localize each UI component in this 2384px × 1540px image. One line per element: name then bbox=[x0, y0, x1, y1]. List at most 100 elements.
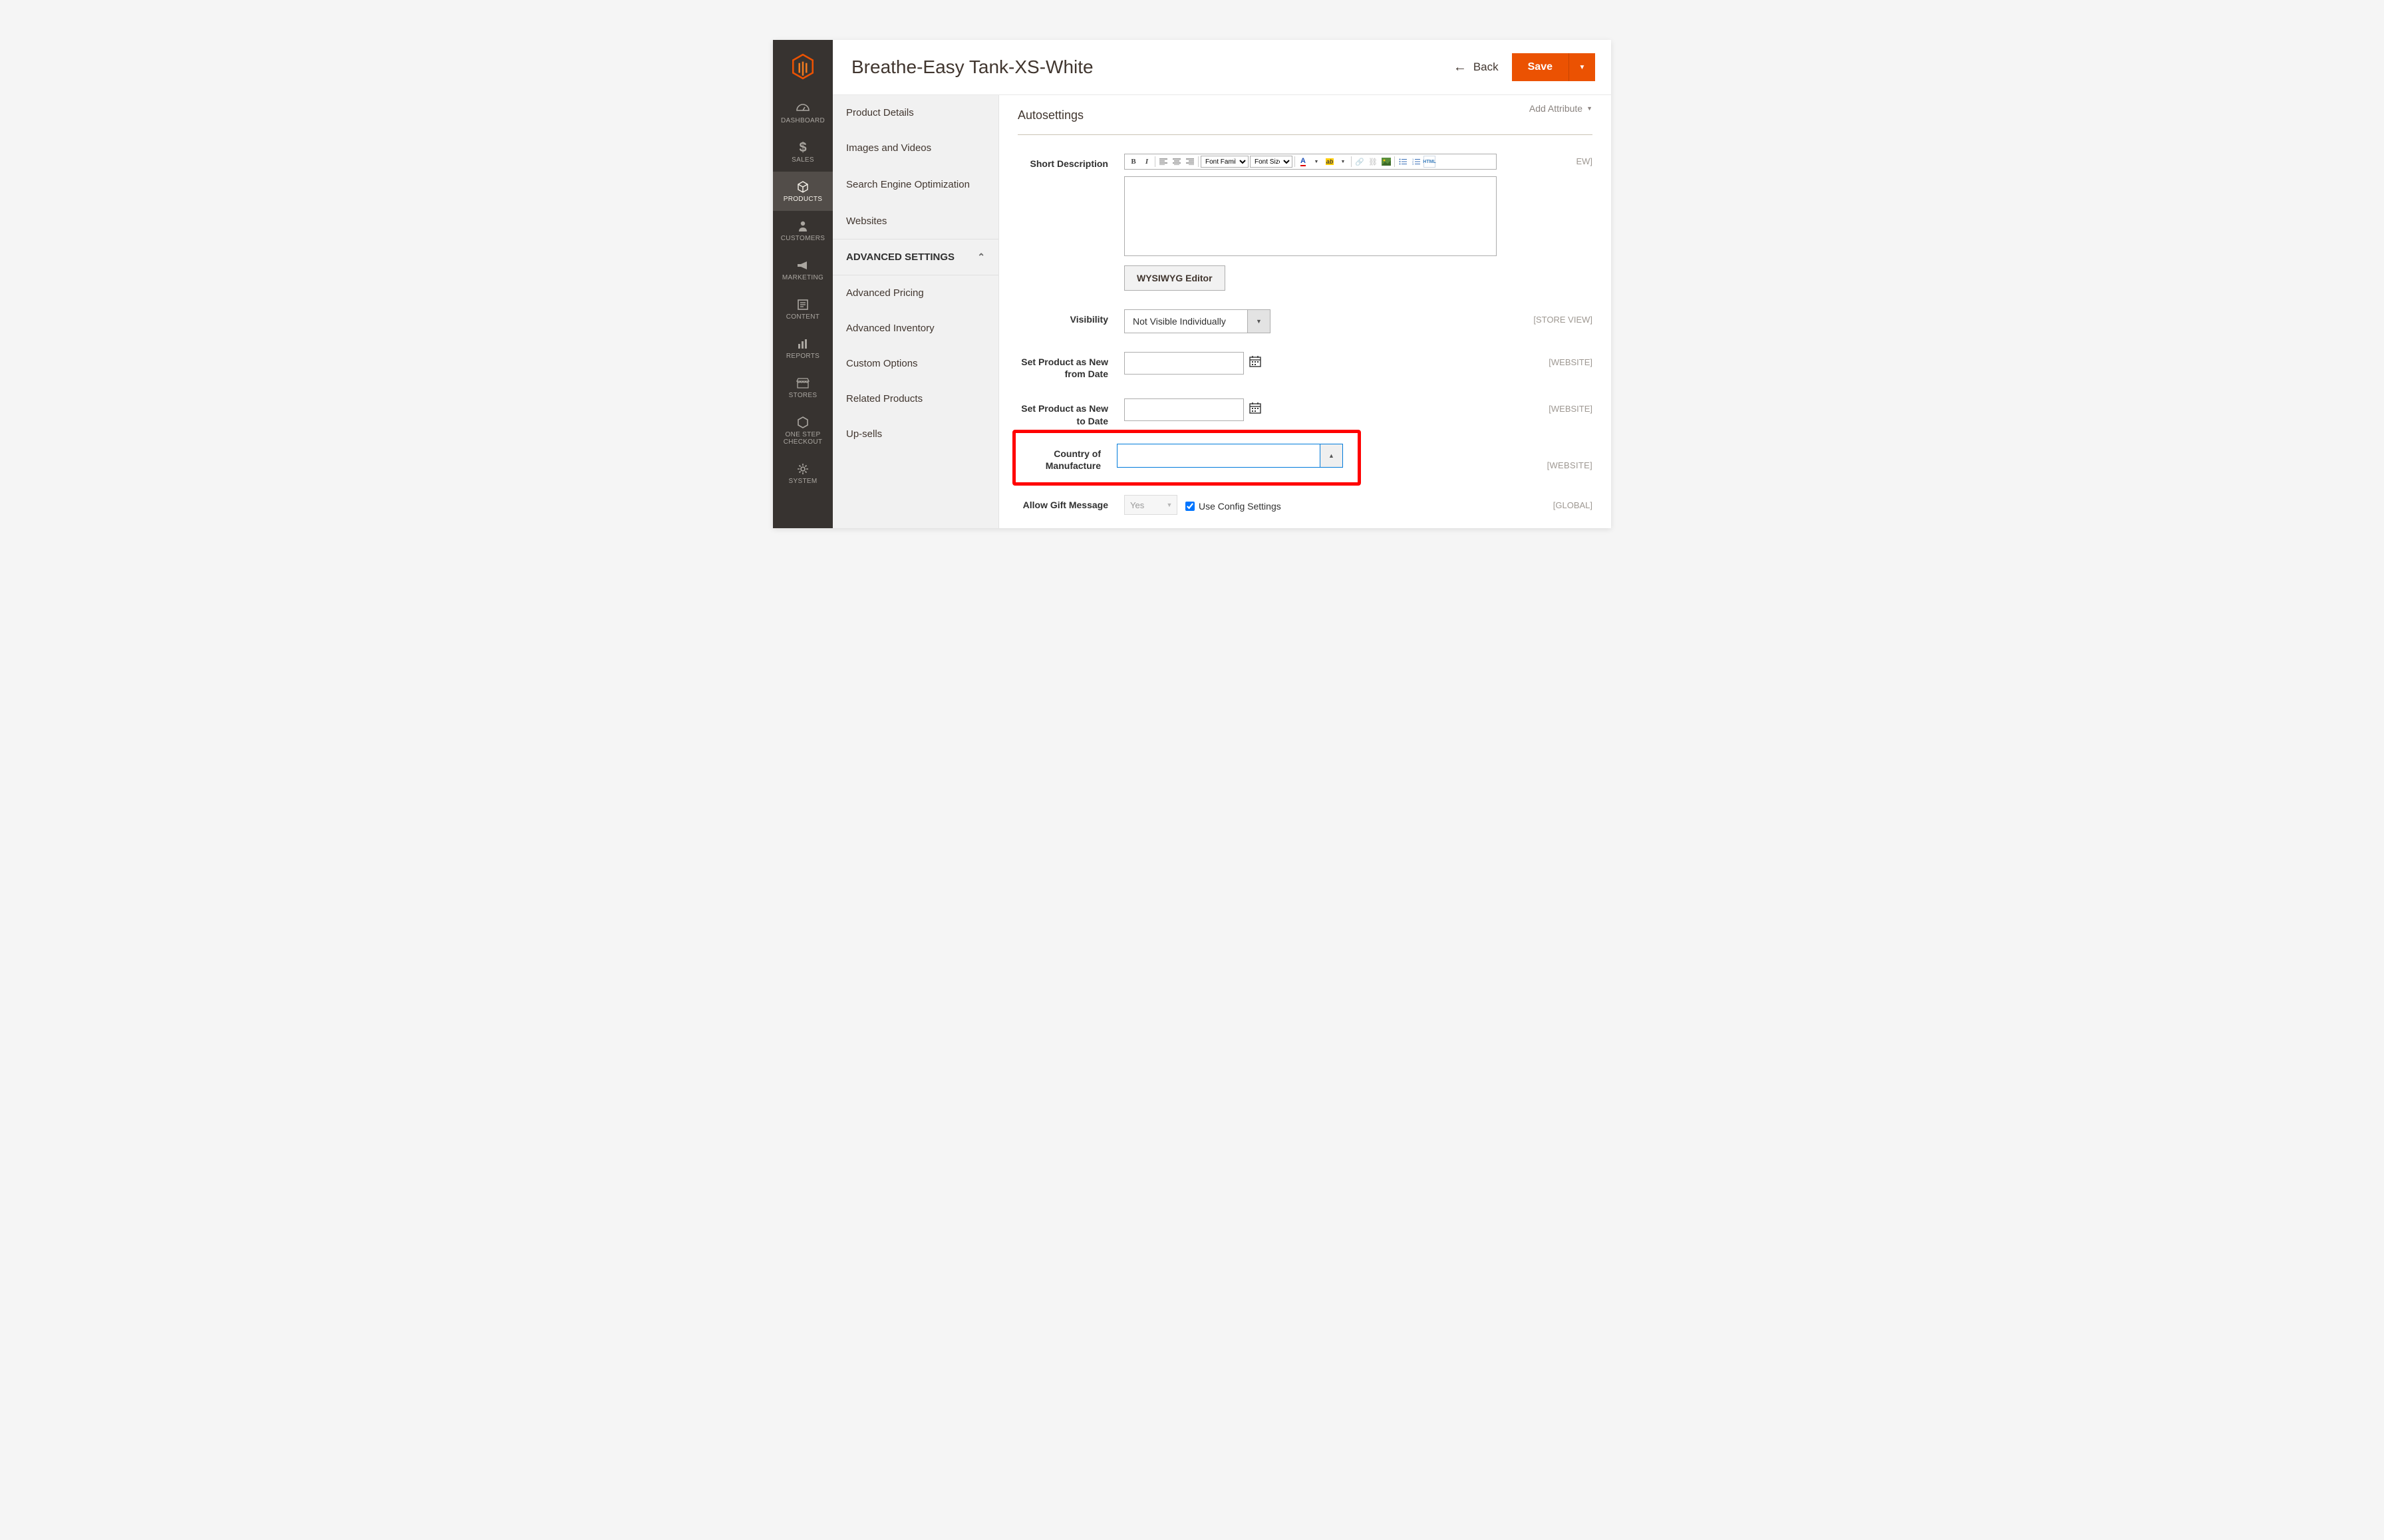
advanced-settings-heading[interactable]: ADVANCED SETTINGS ⌃ bbox=[833, 239, 998, 275]
nav-one-step-checkout[interactable]: ONE STEP CHECKOUT bbox=[773, 407, 833, 454]
body-row: Product Details Images and Videos Search… bbox=[833, 95, 1611, 528]
short-description-field: B I Font Family Font Size A bbox=[1124, 154, 1573, 291]
tab-product-details[interactable]: Product Details bbox=[833, 95, 998, 130]
country-label: Country of Manufacture bbox=[1016, 444, 1117, 472]
nav-label: SALES bbox=[792, 156, 814, 164]
section-title: Autosettings bbox=[1018, 108, 1592, 135]
nav-label: REPORTS bbox=[786, 353, 820, 360]
save-dropdown-toggle[interactable]: ▼ bbox=[1568, 53, 1595, 81]
new-from-field bbox=[1124, 352, 1513, 375]
scope-website: [WEBSITE] bbox=[1547, 456, 1592, 470]
content-panel: Add Attribute ▼ Autosettings Short Descr… bbox=[999, 95, 1611, 528]
arrow-left-icon: ← bbox=[1453, 60, 1467, 75]
tab-custom-options[interactable]: Custom Options bbox=[833, 346, 998, 381]
back-button[interactable]: ← Back bbox=[1453, 60, 1499, 75]
bg-color-icon[interactable]: ab bbox=[1324, 156, 1336, 168]
gift-select[interactable]: Yes ▼ bbox=[1124, 495, 1177, 515]
row-new-to-date: Set Product as New to Date [WEBSITE] bbox=[1018, 398, 1592, 426]
visibility-value: Not Visible Individually bbox=[1125, 310, 1247, 333]
nav-customers[interactable]: CUSTOMERS bbox=[773, 211, 833, 250]
dashboard-icon bbox=[796, 102, 810, 114]
gift-value: Yes bbox=[1125, 496, 1162, 514]
nav-products[interactable]: PRODUCTS bbox=[773, 172, 833, 211]
tab-advanced-pricing[interactable]: Advanced Pricing bbox=[833, 275, 998, 311]
hex-icon bbox=[796, 416, 810, 428]
row-visibility: Visibility Not Visible Individually ▼ [S… bbox=[1018, 309, 1592, 333]
wysiwyg-editor-button[interactable]: WYSIWYG Editor bbox=[1124, 265, 1225, 291]
wysiwyg-container: B I Font Family Font Size A bbox=[1124, 154, 1497, 291]
scope-website: [WEBSITE] bbox=[1513, 352, 1592, 367]
align-right-icon[interactable] bbox=[1184, 156, 1196, 168]
italic-icon[interactable]: I bbox=[1141, 156, 1153, 168]
new-to-field bbox=[1124, 398, 1513, 421]
use-config-checkbox[interactable] bbox=[1185, 502, 1195, 511]
tab-images-videos[interactable]: Images and Videos bbox=[833, 130, 998, 166]
calendar-icon[interactable] bbox=[1249, 352, 1261, 371]
nav-label: PRODUCTS bbox=[784, 196, 823, 203]
nav-marketing[interactable]: MARKETING bbox=[773, 250, 833, 289]
nav-label: STORES bbox=[789, 392, 818, 399]
add-attribute-link[interactable]: Add Attribute ▼ bbox=[1529, 103, 1592, 114]
megaphone-icon bbox=[796, 259, 810, 271]
save-button-group: Save ▼ bbox=[1512, 53, 1595, 81]
html-icon[interactable]: HTML bbox=[1423, 156, 1435, 168]
text-color-icon[interactable]: A bbox=[1297, 156, 1309, 168]
nav-label: MARKETING bbox=[782, 274, 823, 281]
page-header: Breathe-Easy Tank-XS-White ← Back Save ▼ bbox=[833, 40, 1611, 95]
nav-content[interactable]: CONTENT bbox=[773, 289, 833, 329]
admin-nav: DASHBOARD $ SALES PRODUCTS CUSTOMERS MAR… bbox=[773, 40, 833, 528]
page-icon bbox=[796, 299, 810, 311]
link-icon[interactable]: 🔗 bbox=[1354, 156, 1366, 168]
new-from-label: Set Product as New from Date bbox=[1018, 352, 1124, 380]
wysiwyg-toolbar: B I Font Family Font Size A bbox=[1124, 154, 1497, 170]
nav-stores[interactable]: STORES bbox=[773, 368, 833, 407]
bullet-list-icon[interactable] bbox=[1397, 156, 1409, 168]
magento-logo[interactable] bbox=[773, 40, 833, 93]
add-attribute-label: Add Attribute bbox=[1529, 103, 1582, 114]
unlink-icon[interactable]: ⛓ bbox=[1367, 156, 1379, 168]
nav-dashboard[interactable]: DASHBOARD bbox=[773, 93, 833, 132]
gear-icon bbox=[796, 463, 810, 475]
font-family-select[interactable]: Font Family bbox=[1201, 156, 1249, 168]
back-label: Back bbox=[1473, 61, 1499, 74]
calendar-icon[interactable] bbox=[1249, 398, 1261, 417]
product-tabs-sidebar: Product Details Images and Videos Search… bbox=[833, 95, 999, 528]
tab-advanced-inventory[interactable]: Advanced Inventory bbox=[833, 311, 998, 346]
font-size-select[interactable]: Font Size bbox=[1250, 156, 1292, 168]
bold-icon[interactable]: B bbox=[1127, 156, 1139, 168]
tab-up-sells[interactable]: Up-sells bbox=[833, 416, 998, 452]
number-list-icon[interactable]: 123 bbox=[1410, 156, 1422, 168]
triangle-down-icon: ▼ bbox=[1586, 105, 1592, 112]
visibility-label: Visibility bbox=[1018, 309, 1124, 325]
align-left-icon[interactable] bbox=[1157, 156, 1169, 168]
header-actions: ← Back Save ▼ bbox=[1453, 53, 1595, 81]
nav-sales[interactable]: $ SALES bbox=[773, 132, 833, 172]
save-button[interactable]: Save bbox=[1512, 53, 1568, 81]
tab-websites[interactable]: Websites bbox=[833, 204, 998, 239]
new-to-date-input[interactable] bbox=[1124, 398, 1244, 421]
country-select[interactable]: ▲ bbox=[1117, 444, 1343, 468]
tab-related-products[interactable]: Related Products bbox=[833, 381, 998, 416]
text-color-dropdown-icon[interactable]: ▼ bbox=[1310, 156, 1322, 168]
nav-system[interactable]: SYSTEM bbox=[773, 454, 833, 493]
scope-store-view: [STORE VIEW] bbox=[1513, 309, 1592, 325]
bg-color-dropdown-icon[interactable]: ▼ bbox=[1337, 156, 1349, 168]
nav-reports[interactable]: REPORTS bbox=[773, 329, 833, 368]
new-from-date-input[interactable] bbox=[1124, 352, 1244, 375]
scope-global: [GLOBAL] bbox=[1513, 495, 1592, 510]
svg-text:3: 3 bbox=[1412, 162, 1414, 165]
new-to-label: Set Product as New to Date bbox=[1018, 398, 1124, 426]
chevron-up-icon: ▲ bbox=[1320, 444, 1342, 467]
align-center-icon[interactable] bbox=[1171, 156, 1183, 168]
page-title: Breathe-Easy Tank-XS-White bbox=[851, 57, 1094, 78]
image-icon[interactable] bbox=[1380, 156, 1392, 168]
row-new-from-date: Set Product as New from Date [WEBSITE] bbox=[1018, 352, 1592, 380]
short-description-editor[interactable] bbox=[1124, 176, 1497, 256]
app-frame: DASHBOARD $ SALES PRODUCTS CUSTOMERS MAR… bbox=[773, 40, 1611, 528]
separator bbox=[1394, 156, 1395, 167]
highlight-box: Country of Manufacture ▲ bbox=[1012, 430, 1361, 486]
visibility-select[interactable]: Not Visible Individually ▼ bbox=[1124, 309, 1270, 333]
chevron-down-icon: ▼ bbox=[1162, 496, 1177, 514]
tab-seo[interactable]: Search Engine Optimization bbox=[833, 166, 998, 204]
nav-label: ONE STEP CHECKOUT bbox=[773, 431, 833, 446]
